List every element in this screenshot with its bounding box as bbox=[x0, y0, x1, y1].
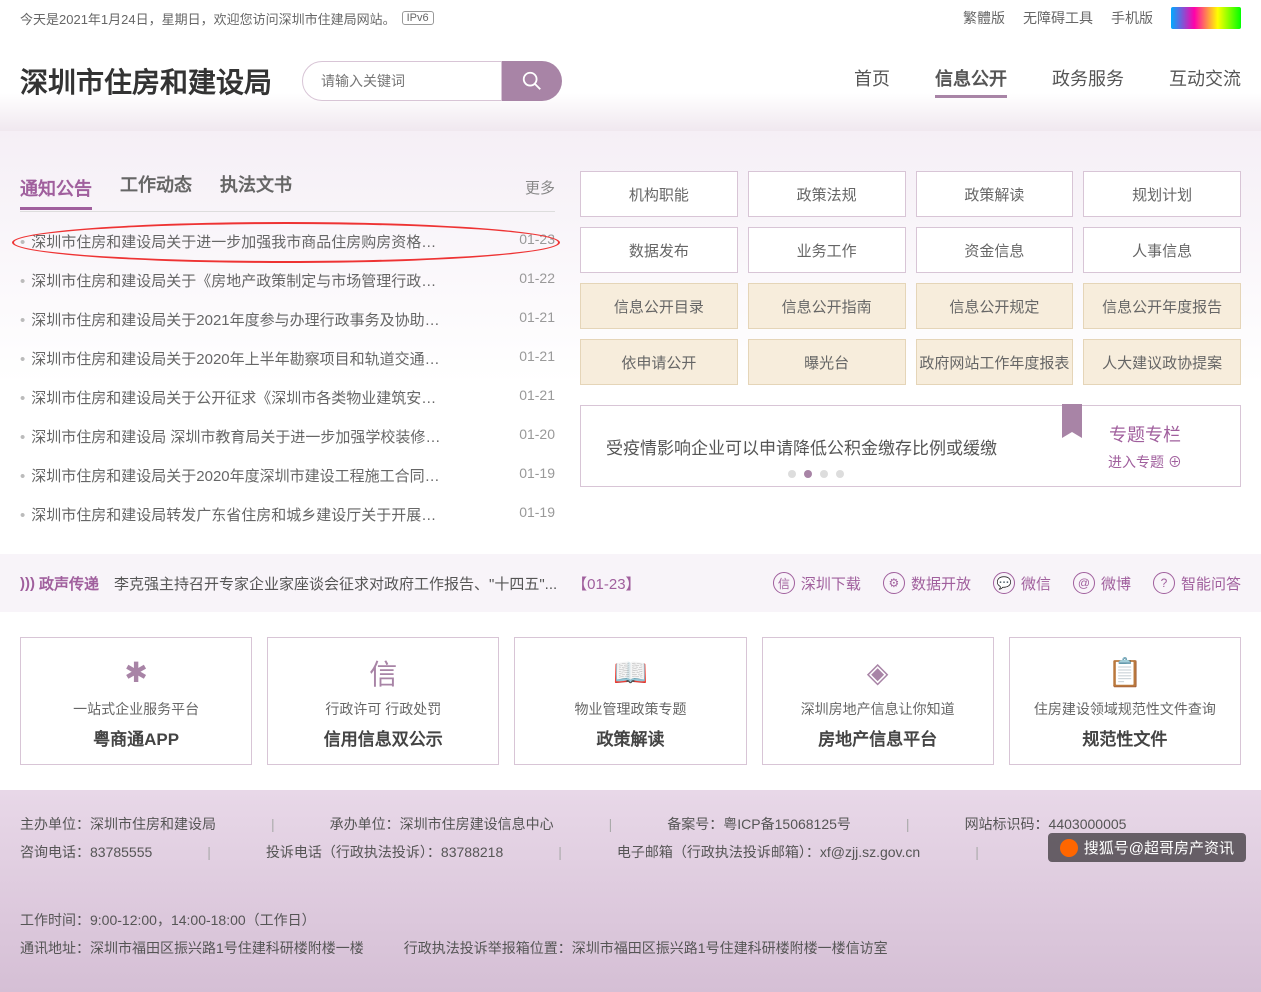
bar-link[interactable]: ?智能问答 bbox=[1153, 572, 1241, 594]
ribbon-icon bbox=[1062, 404, 1082, 432]
grid-button[interactable]: 信息公开年度报告 bbox=[1083, 283, 1241, 329]
grid-button[interactable]: 信息公开指南 bbox=[748, 283, 906, 329]
footer-hours: 工作时间：9:00-12:00，14:00-18:00（工作日） bbox=[20, 906, 316, 934]
grid-button[interactable]: 规划计划 bbox=[1083, 171, 1241, 217]
service-row: ✱一站式企业服务平台粤商通APP信行政许可 行政处罚信用信息双公示📖物业管理政策… bbox=[0, 612, 1261, 790]
grid-button[interactable]: 信息公开目录 bbox=[580, 283, 738, 329]
policy-date: 【01-23】 bbox=[572, 573, 640, 594]
nav-interact[interactable]: 互动交流 bbox=[1169, 65, 1241, 98]
grid-button[interactable]: 数据发布 bbox=[580, 227, 738, 273]
service-card[interactable]: 📖物业管理政策专题政策解读 bbox=[514, 637, 746, 765]
service-card[interactable]: 信行政许可 行政处罚信用信息双公示 bbox=[267, 637, 499, 765]
service-card[interactable]: 📋住房建设领域规范性文件查询规范性文件 bbox=[1009, 637, 1241, 765]
news-item[interactable]: 深圳市住房和建设局关于《房地产政策制定与市场管理行政行为规...01-22 bbox=[20, 261, 555, 300]
policy-bar: ))) 政声传递 李克强主持召开专家企业家座谈会征求对政府工作报告、"十四五".… bbox=[0, 554, 1261, 612]
enter-special-link[interactable]: 进入专题 ⊕ bbox=[1108, 452, 1182, 472]
special-title: 专题专栏 bbox=[1109, 421, 1181, 447]
bar-link[interactable]: 信深圳下载 bbox=[773, 572, 861, 594]
grid-button[interactable]: 信息公开规定 bbox=[916, 283, 1074, 329]
carousel-dots bbox=[788, 470, 844, 478]
news-item[interactable]: 深圳市住房和建设局关于2021年度参与办理行政事务及协助查处建...01-21 bbox=[20, 300, 555, 339]
grid-button[interactable]: 政策法规 bbox=[748, 171, 906, 217]
service-icon: 📋 bbox=[1105, 653, 1145, 693]
search-button[interactable] bbox=[502, 61, 562, 101]
news-item[interactable]: 深圳市住房和建设局关于2020年度深圳市建设工程施工合同后监管...01-19 bbox=[20, 456, 555, 495]
watermark: 搜狐号@超哥房产资讯 bbox=[1048, 833, 1246, 862]
footer-email: 电子邮箱（行政执法投诉邮箱）：xf@zjj.sz.gov.cn bbox=[617, 838, 920, 866]
grid-button[interactable]: 政策解读 bbox=[916, 171, 1074, 217]
service-icon: ✱ bbox=[116, 653, 156, 693]
link-icon: ? bbox=[1153, 572, 1175, 594]
service-icon: ◈ bbox=[858, 653, 898, 693]
tab-notice[interactable]: 通知公告 bbox=[20, 175, 92, 210]
nav-info[interactable]: 信息公开 bbox=[935, 65, 1007, 98]
grid-button[interactable]: 人事信息 bbox=[1083, 227, 1241, 273]
tab-enforce[interactable]: 执法文书 bbox=[220, 171, 292, 203]
link-accessibility[interactable]: 无障碍工具 bbox=[1023, 8, 1093, 28]
footer-phone: 咨询电话：83785555 bbox=[20, 838, 152, 866]
grid-button[interactable]: 曝光台 bbox=[748, 339, 906, 385]
policy-text[interactable]: 李克强主持召开专家企业家座谈会征求对政府工作报告、"十四五"... bbox=[114, 573, 557, 594]
news-item[interactable]: 深圳市住房和建设局 深圳市教育局关于进一步加强学校装修工程质...01-20 bbox=[20, 417, 555, 456]
right-panel: 机构职能政策法规政策解读规划计划数据发布业务工作资金信息人事信息信息公开目录信息… bbox=[580, 171, 1241, 534]
footer-addr: 通讯地址：深圳市福田区振兴路1号住建科研楼附楼一楼 bbox=[20, 934, 364, 962]
ipv6-badge: IPv6 bbox=[402, 11, 434, 25]
sound-icon: ))) bbox=[20, 575, 35, 592]
news-item[interactable]: 深圳市住房和建设局关于2020年上半年勘察项目和轨道交通设计项...01-21 bbox=[20, 339, 555, 378]
footer-complaint: 投诉电话（行政执法投诉）：83788218 bbox=[266, 838, 503, 866]
special-text[interactable]: 受疫情影响企业可以申请降低公积金缴存比例或缓缴 bbox=[606, 434, 997, 459]
news-panel: 通知公告 工作动态 执法文书 更多 深圳市住房和建设局关于进一步加强我市商品住房… bbox=[20, 171, 555, 534]
bar-link[interactable]: @微博 bbox=[1073, 572, 1131, 594]
site-title: 深圳市住房和建设局 bbox=[20, 61, 272, 101]
tab-work[interactable]: 工作动态 bbox=[120, 171, 192, 203]
header: 深圳市住房和建设局 首页 信息公开 政务服务 互动交流 bbox=[0, 36, 1261, 131]
topbar: 今天是2021年1月24日，星期日，欢迎您访问深圳市住建局网站。 IPv6 繁體… bbox=[0, 0, 1261, 36]
nav-home[interactable]: 首页 bbox=[854, 65, 890, 98]
service-card[interactable]: ◈深圳房地产信息让你知道房地产信息平台 bbox=[762, 637, 994, 765]
policy-label: ))) 政声传递 bbox=[20, 573, 99, 594]
link-icon: 信 bbox=[773, 572, 795, 594]
grid-button[interactable]: 人大建议政协提案 bbox=[1083, 339, 1241, 385]
special-box: 受疫情影响企业可以申请降低公积金缴存比例或缓缴 专题专栏 进入专题 ⊕ bbox=[580, 405, 1241, 487]
link-traditional[interactable]: 繁體版 bbox=[963, 8, 1005, 28]
news-item[interactable]: 深圳市住房和建设局关于进一步加强我市商品住房购房资格审查和...01-23 bbox=[20, 222, 555, 261]
grid-button[interactable]: 资金信息 bbox=[916, 227, 1074, 273]
sohu-icon bbox=[1060, 839, 1078, 857]
footer-box: 行政执法投诉举报箱位置：深圳市福田区振兴路1号住建科研楼附楼一楼信访室 bbox=[404, 934, 888, 962]
grid-button[interactable]: 业务工作 bbox=[748, 227, 906, 273]
grid-button[interactable]: 机构职能 bbox=[580, 171, 738, 217]
search-icon bbox=[521, 70, 543, 92]
link-icon: ⚙ bbox=[883, 572, 905, 594]
news-item[interactable]: 深圳市住房和建设局关于公开征求《深圳市各类物业建筑安装工程...01-21 bbox=[20, 378, 555, 417]
footer: 主办单位：深圳市住房和建设局| 承办单位：深圳市住房建设信息中心| 备案号：粤I… bbox=[0, 790, 1261, 992]
search-input[interactable] bbox=[302, 61, 502, 101]
nav-service[interactable]: 政务服务 bbox=[1052, 65, 1124, 98]
footer-icp[interactable]: 备案号：粤ICP备15068125号 bbox=[667, 810, 851, 838]
footer-host: 主办单位：深圳市住房和建设局 bbox=[20, 810, 216, 838]
grid-button[interactable]: 依申请公开 bbox=[580, 339, 738, 385]
grid-button[interactable]: 政府网站工作年度报表 bbox=[916, 339, 1074, 385]
service-card[interactable]: ✱一站式企业服务平台粤商通APP bbox=[20, 637, 252, 765]
welcome-text: 今天是2021年1月24日，星期日，欢迎您访问深圳市住建局网站。 bbox=[20, 9, 396, 28]
footer-org: 承办单位：深圳市住房建设信息中心 bbox=[330, 810, 554, 838]
link-mobile[interactable]: 手机版 bbox=[1111, 8, 1153, 28]
shenzhen-logo bbox=[1171, 7, 1241, 29]
service-icon: 📖 bbox=[610, 653, 650, 693]
more-link[interactable]: 更多 bbox=[525, 177, 555, 198]
link-icon: 💬 bbox=[993, 572, 1015, 594]
link-icon: @ bbox=[1073, 572, 1095, 594]
service-icon: 信 bbox=[363, 653, 403, 693]
bar-link[interactable]: ⚙数据开放 bbox=[883, 572, 971, 594]
news-item[interactable]: 深圳市住房和建设局转发广东省住房和城乡建设厅关于开展违规海...01-19 bbox=[20, 495, 555, 534]
main-nav: 首页 信息公开 政务服务 互动交流 bbox=[854, 65, 1241, 98]
bar-link[interactable]: 💬微信 bbox=[993, 572, 1051, 594]
